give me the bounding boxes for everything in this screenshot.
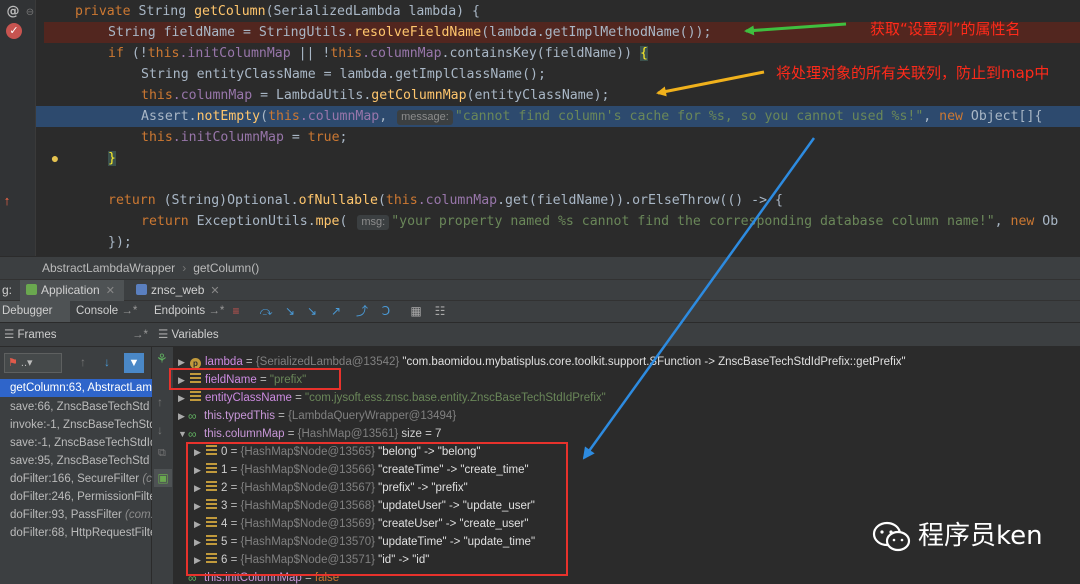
annotation-arrows <box>582 22 847 460</box>
green-arrow <box>744 22 847 36</box>
watermark-text: 程序员ken <box>918 521 1043 551</box>
yellow-arrow <box>656 70 765 97</box>
watermark: 程序员ken <box>872 516 1043 556</box>
wechat-logo-icon <box>872 521 911 551</box>
blue-arrow <box>582 137 816 460</box>
